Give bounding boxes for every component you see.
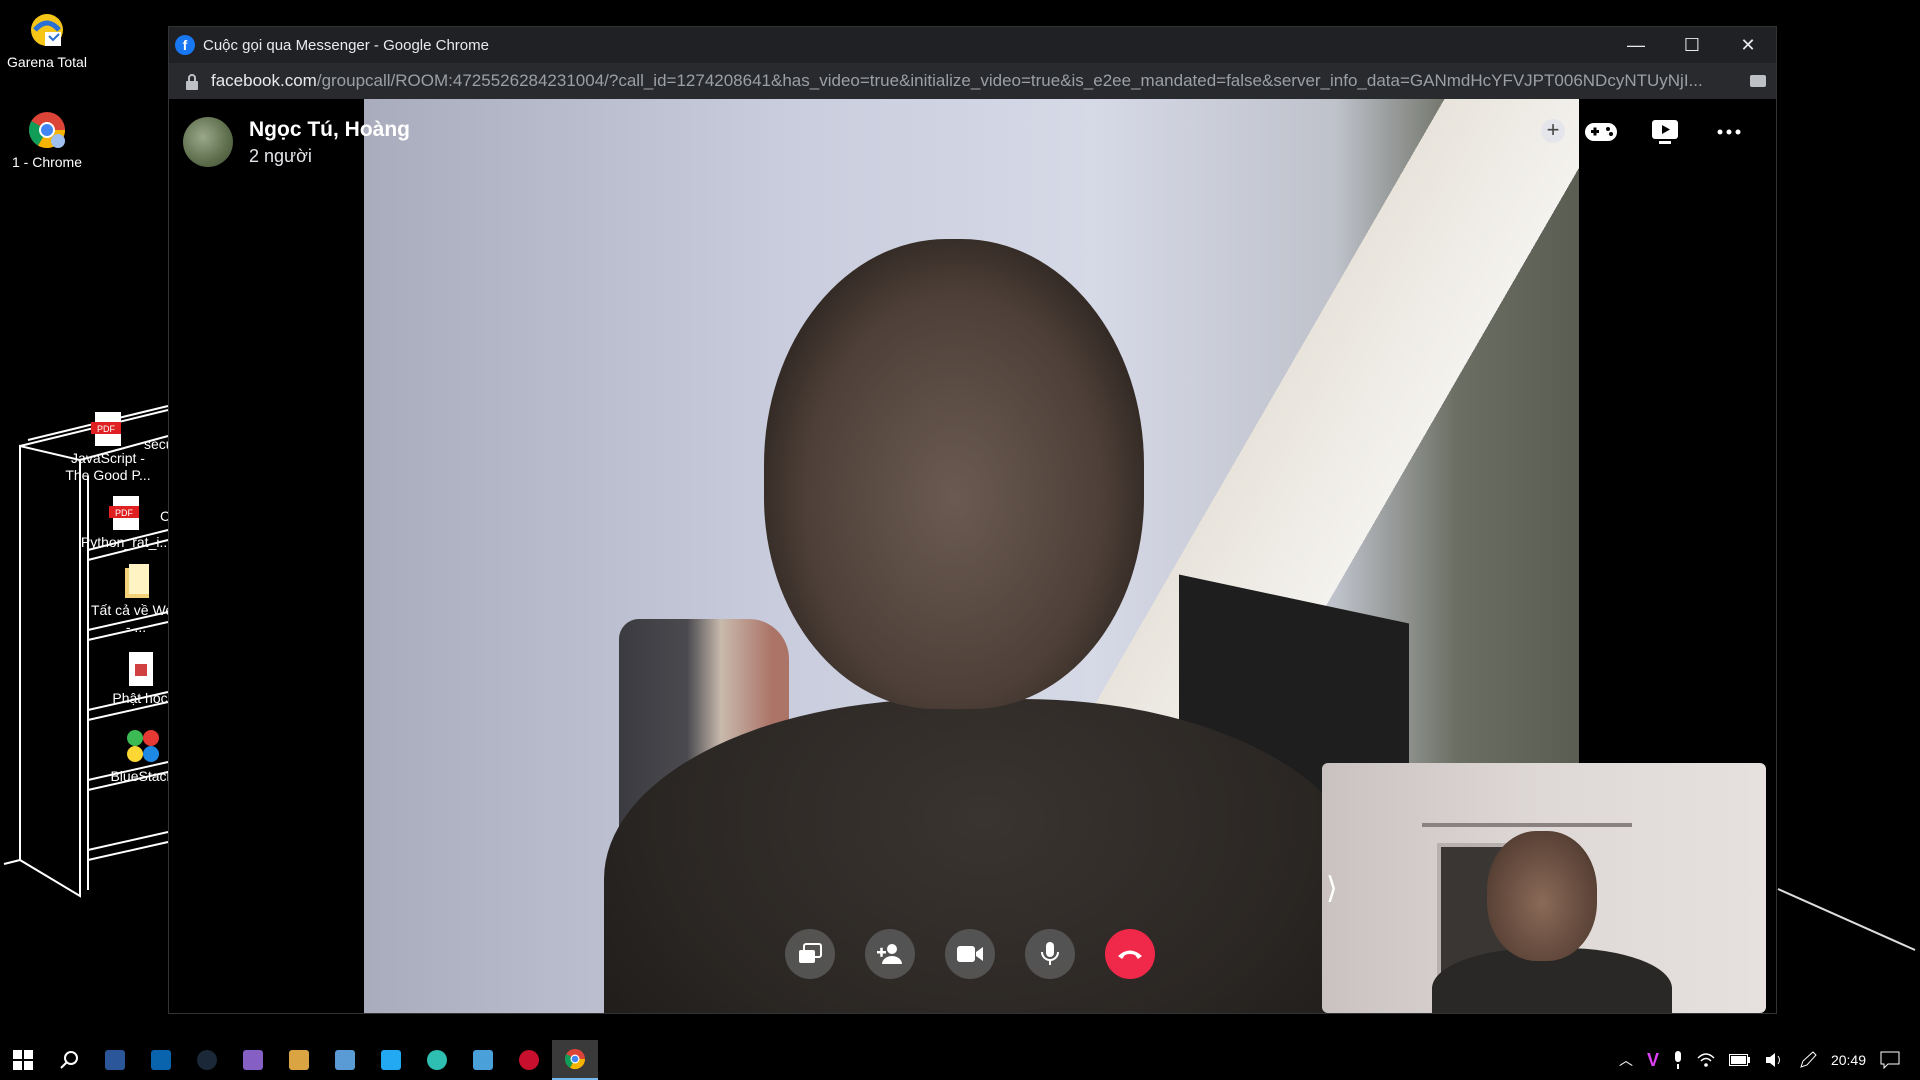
vscode-icon bbox=[381, 1050, 401, 1070]
chevron-up-icon[interactable]: ︿ bbox=[1619, 1050, 1633, 1070]
watch-together-icon[interactable] bbox=[1648, 117, 1682, 147]
app2-icon bbox=[473, 1050, 493, 1070]
search-icon bbox=[60, 1051, 78, 1069]
more-icon[interactable] bbox=[1712, 117, 1746, 147]
taskbar-mail[interactable] bbox=[138, 1040, 184, 1080]
garena-icon bbox=[27, 10, 67, 50]
avatar[interactable] bbox=[183, 117, 233, 167]
minimize-button[interactable]: — bbox=[1608, 27, 1664, 63]
microphone-button[interactable] bbox=[1025, 929, 1075, 979]
taskbar: ︿ V 20:49 bbox=[0, 1040, 1920, 1080]
desktop-file-javascript[interactable]: PDF JavaScript - The Good P... bbox=[60, 410, 156, 484]
facebook-icon: f bbox=[175, 35, 195, 55]
notification-icon[interactable] bbox=[1880, 1051, 1900, 1069]
chrome-icon bbox=[27, 110, 67, 150]
desktop-icon-label: Garena Total bbox=[7, 54, 87, 70]
wifi-icon[interactable] bbox=[1697, 1052, 1715, 1068]
share-screen-icon bbox=[799, 943, 822, 963]
caller-info: Ngọc Tú, Hoàng 2 người bbox=[183, 117, 410, 167]
add-person-icon bbox=[877, 944, 902, 964]
maximize-button[interactable]: ☐ bbox=[1664, 27, 1720, 63]
search-button[interactable] bbox=[46, 1040, 92, 1080]
video-icon bbox=[957, 946, 983, 962]
share-screen-button[interactable] bbox=[785, 929, 835, 979]
volume-icon[interactable] bbox=[1765, 1052, 1785, 1068]
collapse-self-view-icon[interactable]: ⟩ bbox=[1326, 871, 1338, 906]
battery-icon[interactable] bbox=[1728, 1054, 1751, 1066]
taskbar-app[interactable] bbox=[276, 1040, 322, 1080]
app-icon bbox=[289, 1050, 309, 1070]
caller-name: Ngọc Tú, Hoàng bbox=[249, 117, 410, 141]
edge-icon bbox=[427, 1050, 447, 1070]
pen-icon[interactable] bbox=[1799, 1051, 1817, 1069]
call-area: Ngọc Tú, Hoàng 2 người + ⟩ bbox=[169, 99, 1776, 1013]
svg-text:PDF: PDF bbox=[97, 424, 116, 434]
bluestacks-icon bbox=[125, 728, 159, 766]
word-icon bbox=[105, 1050, 125, 1070]
pdf-icon: PDF bbox=[109, 494, 143, 532]
taskbar-chrome[interactable] bbox=[552, 1040, 598, 1080]
visual-studio-icon bbox=[243, 1050, 263, 1070]
window-titlebar: f Cuộc gọi qua Messenger - Google Chrome… bbox=[169, 27, 1776, 63]
address-bar[interactable]: facebook.com /groupcall/ROOM:47255262842… bbox=[169, 63, 1776, 99]
chrome-icon bbox=[564, 1049, 586, 1070]
system-tray: ︿ V 20:49 bbox=[1619, 1040, 1920, 1080]
participant-count: 2 người bbox=[249, 145, 312, 166]
taskbar-steam[interactable] bbox=[184, 1040, 230, 1080]
add-icon[interactable]: + bbox=[1541, 119, 1565, 143]
windows-icon bbox=[13, 1050, 33, 1070]
desktop-icon-garena[interactable]: Garena Total bbox=[2, 10, 92, 71]
steam-icon bbox=[197, 1050, 217, 1070]
close-button[interactable]: ✕ bbox=[1720, 27, 1776, 63]
pdf-icon: PDF bbox=[91, 410, 125, 448]
lock-icon bbox=[185, 74, 199, 90]
game-icon[interactable] bbox=[1584, 117, 1618, 147]
chrome-window: f Cuộc gọi qua Messenger - Google Chrome… bbox=[168, 26, 1777, 1014]
taskbar-outlook[interactable] bbox=[322, 1040, 368, 1080]
clock[interactable]: 20:49 bbox=[1831, 1052, 1866, 1068]
taskbar-edge[interactable] bbox=[414, 1040, 460, 1080]
desktop-icon-label: 1 - Chrome bbox=[11, 154, 83, 170]
taskbar-app3[interactable] bbox=[506, 1040, 552, 1080]
call-controls bbox=[785, 929, 1155, 979]
video-button[interactable] bbox=[945, 929, 995, 979]
desktop-decoration bbox=[1777, 888, 1916, 951]
svg-text:PDF: PDF bbox=[115, 508, 134, 518]
url-path: /groupcall/ROOM:4725526284231004/?call_i… bbox=[316, 71, 1703, 90]
url-domain: facebook.com bbox=[211, 71, 317, 90]
app3-icon bbox=[519, 1050, 539, 1070]
window-title: Cuộc gọi qua Messenger - Google Chrome bbox=[203, 36, 489, 54]
outlook-icon bbox=[335, 1050, 355, 1070]
folder-icon bbox=[119, 562, 153, 600]
mail-icon bbox=[151, 1050, 171, 1070]
document-icon bbox=[123, 650, 157, 688]
desktop-icon-chrome[interactable]: 1 - Chrome bbox=[2, 110, 92, 171]
start-button[interactable] bbox=[0, 1040, 46, 1080]
taskbar-visual-studio[interactable] bbox=[230, 1040, 276, 1080]
add-person-button[interactable] bbox=[865, 929, 915, 979]
microphone-icon bbox=[1041, 942, 1059, 965]
microphone-tray-icon[interactable] bbox=[1673, 1051, 1683, 1069]
v-app-icon[interactable]: V bbox=[1647, 1050, 1659, 1071]
taskbar-app2[interactable] bbox=[460, 1040, 506, 1080]
camera-in-use-icon[interactable] bbox=[1750, 75, 1766, 87]
taskbar-vscode[interactable] bbox=[368, 1040, 414, 1080]
file-label: Python_rat_i... bbox=[80, 534, 172, 550]
taskbar-word[interactable] bbox=[92, 1040, 138, 1080]
end-call-button[interactable] bbox=[1105, 929, 1155, 979]
self-view-video[interactable]: ⟩ bbox=[1322, 763, 1766, 1013]
end-call-icon bbox=[1118, 950, 1142, 959]
file-label: JavaScript - The Good P... bbox=[65, 450, 151, 483]
top-actions bbox=[1584, 117, 1746, 147]
